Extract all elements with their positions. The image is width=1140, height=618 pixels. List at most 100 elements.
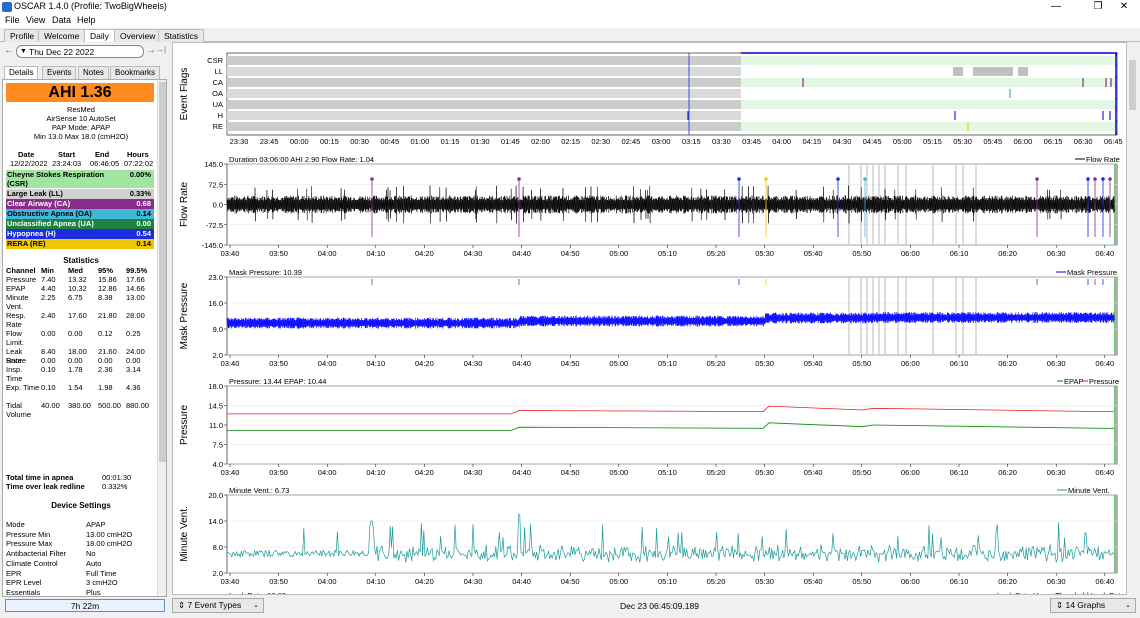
x-tick-label: 00:45 bbox=[380, 137, 399, 146]
flow-event-dot bbox=[863, 177, 867, 181]
x-tick-label: 05:50 bbox=[852, 249, 871, 258]
x-tick-label: 04:30 bbox=[833, 137, 852, 146]
x-tick-label: 05:00 bbox=[609, 359, 628, 368]
menu-data[interactable]: Data bbox=[52, 15, 71, 25]
mask-ylabel: Mask Pressure bbox=[179, 282, 190, 349]
x-tick-label: 06:30 bbox=[1074, 137, 1093, 146]
x-tick-label: 04:10 bbox=[366, 468, 385, 477]
x-tick-label: 23:30 bbox=[230, 137, 249, 146]
graphs-dropdown[interactable]: ⇕ 14 Graphs ⌄ bbox=[1050, 598, 1136, 613]
event-row: Cheyne Stokes Respiration (CSR) 0.00% bbox=[6, 170, 154, 188]
x-tick-label: 05:30 bbox=[755, 359, 774, 368]
pressure-graph-header: Pressure: 13.44 EPAP: 10.44 bbox=[229, 377, 326, 386]
x-tick-label: 03:50 bbox=[269, 249, 288, 258]
flag-row-nodata bbox=[227, 100, 741, 109]
leak-graph-header: Leak Rate: 16.80 bbox=[229, 591, 286, 595]
flow-event-dot bbox=[1093, 177, 1097, 181]
x-tick-label: 01:15 bbox=[441, 137, 460, 146]
x-tick-label: 04:40 bbox=[512, 359, 531, 368]
x-tick-label: 04:00 bbox=[318, 577, 337, 586]
flag-row-label: H bbox=[218, 111, 223, 120]
x-tick-label: 05:40 bbox=[804, 359, 823, 368]
menu-file[interactable]: File bbox=[5, 15, 20, 25]
flag-row-label: CA bbox=[213, 78, 223, 87]
next-day-arrow-icon[interactable]: → bbox=[146, 45, 156, 56]
x-tick-label: 01:00 bbox=[411, 137, 430, 146]
flow-event-dot bbox=[836, 177, 840, 181]
tab-details[interactable]: Details bbox=[4, 66, 39, 79]
x-tick-label: 03:15 bbox=[682, 137, 701, 146]
x-tick-label: 05:00 bbox=[609, 577, 628, 586]
statistics-title: Statistics bbox=[63, 256, 99, 265]
x-tick-label: 05:10 bbox=[658, 359, 677, 368]
x-tick-label: 03:50 bbox=[269, 468, 288, 477]
large-leak-mark bbox=[993, 67, 1013, 76]
x-tick-label: 06:10 bbox=[950, 359, 969, 368]
x-tick-label: 06:30 bbox=[1047, 249, 1066, 258]
event-row: Clear Airway (CA) 0.68 bbox=[6, 199, 154, 209]
close-button[interactable]: ✕ bbox=[1108, 0, 1140, 14]
x-tick-label: 04:40 bbox=[512, 249, 531, 258]
x-tick-label: 05:10 bbox=[658, 249, 677, 258]
y-tick-label: 14.0 bbox=[208, 517, 223, 526]
x-tick-label: 05:15 bbox=[923, 137, 942, 146]
x-tick-label: 04:20 bbox=[415, 468, 434, 477]
mask-graph-header: Mask Pressure: 10.39 bbox=[229, 268, 302, 277]
tab-bookmarks[interactable]: Bookmarks bbox=[110, 66, 161, 79]
main-tabs: Profile Welcome Daily Overview Statistic… bbox=[0, 28, 1140, 42]
ahi-banner: AHI 1.36 bbox=[6, 83, 154, 102]
y-tick-label: 9.0 bbox=[213, 325, 223, 334]
flag-row-nodata bbox=[227, 111, 741, 120]
graph-scrollbar[interactable] bbox=[1127, 42, 1138, 595]
x-tick-label: 03:50 bbox=[269, 359, 288, 368]
x-tick-label: 04:20 bbox=[415, 359, 434, 368]
flow-legend: Flow Rate bbox=[1086, 155, 1120, 164]
x-tick-label: 06:20 bbox=[998, 249, 1017, 258]
x-tick-label: 03:45 bbox=[742, 137, 761, 146]
chevron-down-icon: ⌄ bbox=[253, 602, 259, 609]
date-value: Thu Dec 22 2022 bbox=[29, 47, 95, 57]
tab-welcome[interactable]: Welcome bbox=[38, 29, 86, 42]
last-day-arrow-icon[interactable]: →| bbox=[156, 45, 166, 54]
tab-events[interactable]: Events bbox=[42, 66, 77, 79]
menu-help[interactable]: Help bbox=[77, 15, 96, 25]
graphs-canvas[interactable]: CSR LL CA OA UA H RE 23:30 23:45 00:00 00:15 00:30 0… bbox=[173, 43, 1127, 595]
flow-event-dot bbox=[1035, 177, 1039, 181]
tab-daily[interactable]: Daily bbox=[84, 29, 115, 42]
prev-day-arrow-icon[interactable]: ← bbox=[4, 45, 14, 56]
y-tick-label: 11.0 bbox=[209, 421, 223, 430]
x-tick-label: 01:45 bbox=[501, 137, 520, 146]
x-tick-label: 04:00 bbox=[318, 468, 337, 477]
event-row: Unclassified Apnea (UA) 0.00 bbox=[6, 219, 154, 229]
x-tick-label: 05:40 bbox=[804, 249, 823, 258]
x-tick-label: 05:30 bbox=[755, 577, 774, 586]
large-leak-mark bbox=[953, 67, 963, 76]
x-tick-label: 02:30 bbox=[591, 137, 610, 146]
date-picker[interactable]: ▼ Thu Dec 22 2022 bbox=[16, 45, 144, 58]
x-tick-label: 06:15 bbox=[1044, 137, 1063, 146]
tab-notes[interactable]: Notes bbox=[78, 66, 109, 79]
tab-overview[interactable]: Overview bbox=[114, 29, 162, 42]
x-tick-label: 04:30 bbox=[464, 359, 483, 368]
x-tick-label: 06:10 bbox=[950, 468, 969, 477]
y-tick-label: 8.0 bbox=[213, 543, 223, 552]
app-icon bbox=[2, 2, 12, 12]
tab-statistics[interactable]: Statistics bbox=[158, 29, 205, 42]
event-types-dropdown[interactable]: ⇕ 7 Event Types ⌄ bbox=[172, 598, 264, 613]
x-tick-label: 06:20 bbox=[998, 359, 1017, 368]
leak-legend: Leak Rate Upper Threshold Leak Rate bbox=[997, 591, 1125, 595]
x-tick-label: 05:20 bbox=[707, 249, 726, 258]
tab-profile[interactable]: Profile bbox=[4, 29, 41, 42]
x-tick-label: 05:30 bbox=[953, 137, 972, 146]
details-scrollbar[interactable] bbox=[157, 80, 166, 596]
event-row: Hypopnea (H) 0.54 bbox=[6, 229, 154, 239]
x-tick-label: 06:00 bbox=[1014, 137, 1033, 146]
x-tick-label: 04:30 bbox=[464, 468, 483, 477]
x-tick-label: 05:10 bbox=[658, 468, 677, 477]
x-tick-label: 06:00 bbox=[901, 577, 920, 586]
graph-area[interactable]: CSR LL CA OA UA H RE 23:30 23:45 00:00 00:15 00:30 0… bbox=[172, 42, 1127, 595]
minimize-button[interactable]: — bbox=[1040, 0, 1072, 14]
y-tick-label: 16.0 bbox=[208, 299, 223, 308]
flow-event-dot bbox=[1108, 177, 1112, 181]
menu-view[interactable]: View bbox=[26, 15, 45, 25]
